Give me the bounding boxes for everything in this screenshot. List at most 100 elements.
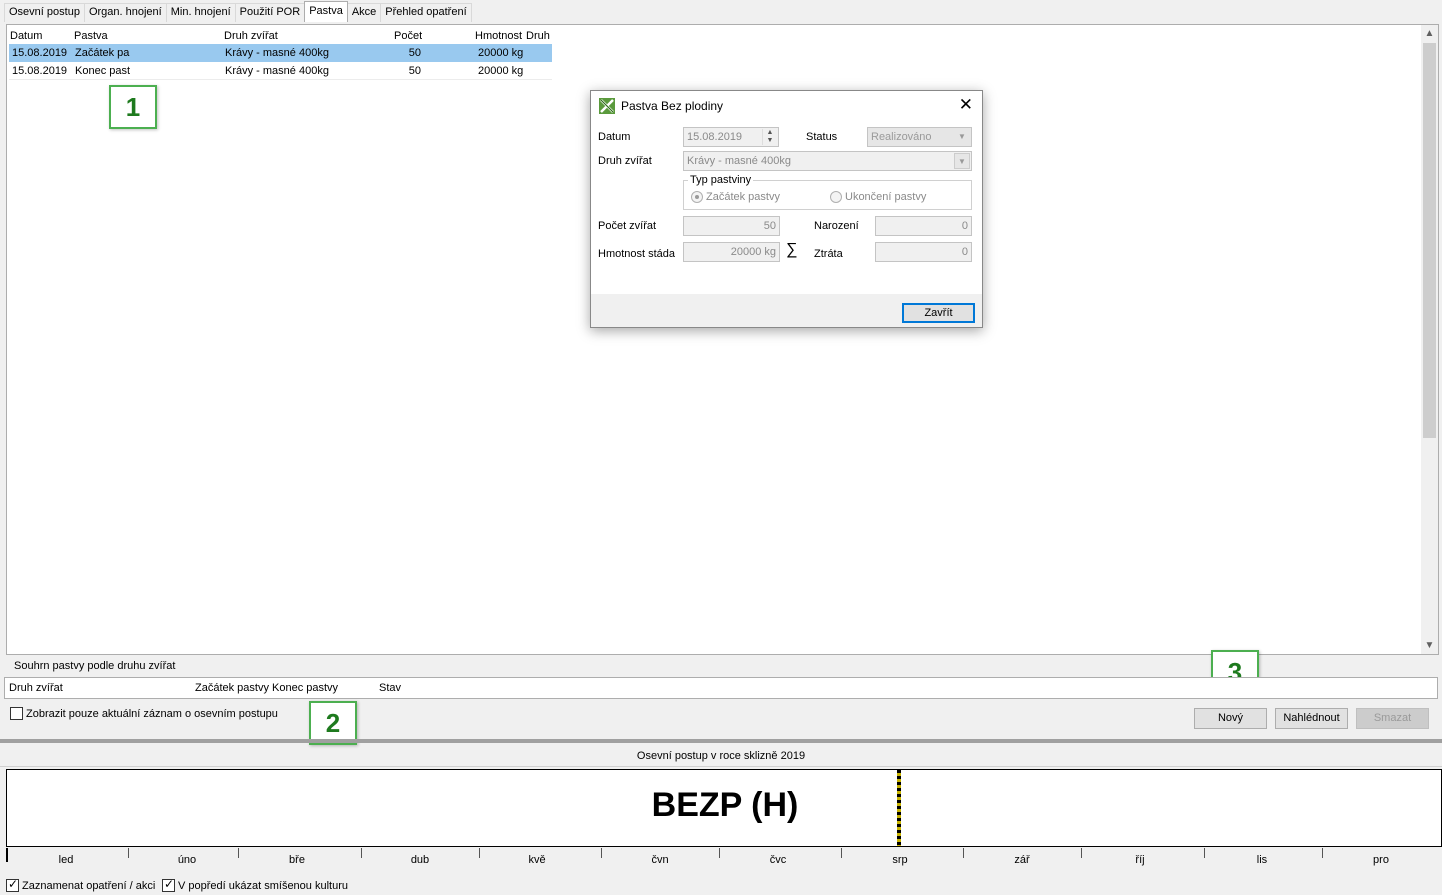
checkbox-box[interactable] [162, 877, 175, 892]
cell-druh-zvirat: Krávy - masné 400kg [225, 47, 329, 59]
month-label: led [58, 854, 74, 866]
month-label: pro [1373, 854, 1389, 866]
summary-col-stav[interactable]: Stav [379, 680, 401, 696]
datum-field[interactable]: 15.08.2019 ▲ ▼ [683, 127, 779, 147]
record-actions-label: Zaznamenat opatření / akci [22, 879, 156, 892]
chevron-down-icon[interactable]: ▼ [954, 129, 970, 145]
typ-pastviny-legend: Typ pastviny [688, 174, 754, 186]
datum-value: 15.08.2019 [687, 131, 743, 143]
table-row[interactable]: 15.08.2019 Konec past Krávy - masné 400k… [9, 62, 552, 80]
col-header-hmotnost[interactable]: Hmotnost [475, 28, 522, 44]
chevron-down-icon[interactable]: ▼ [954, 153, 970, 169]
vertical-scrollbar[interactable]: ▲ ▼ [1421, 25, 1438, 654]
col-header-pastva[interactable]: Pastva [74, 28, 108, 44]
cell-hmotnost: 20000 kg [478, 47, 524, 59]
status-select[interactable]: Realizováno ▼ [867, 127, 972, 147]
month-tick [238, 848, 239, 858]
month-label: lis [1256, 854, 1268, 866]
narozeni-label: Narození [814, 220, 859, 232]
table-row[interactable]: 15.08.2019 Začátek pa Krávy - masné 400k… [9, 44, 552, 62]
radio-ukonceni-pastvy[interactable]: Ukončení pastvy [830, 191, 926, 203]
show-mixed-label: V popředí ukázat smíšenou kulturu [178, 879, 348, 892]
status-label: Status [806, 131, 838, 143]
tab-pastva[interactable]: Pastva [304, 1, 348, 22]
month-label: bře [289, 854, 305, 866]
hmotnost-stada-field[interactable]: 20000 kg [683, 242, 780, 262]
month-axis: led úno bře dub kvě čvn čvc srp zář říj … [6, 848, 1442, 870]
cell-hmotnost: 20000 kg [478, 65, 524, 77]
dialog-title: Pastva Bez plodiny [621, 99, 724, 113]
tab-pouziti-por[interactable]: Použití POR [234, 3, 306, 22]
grid-header: Datum Pastva Druh zvířat Počet Hmotnost … [9, 28, 552, 44]
month-label: zář [1014, 854, 1030, 866]
col-header-datum[interactable]: Datum [10, 28, 42, 44]
summary-label: Souhrn pastvy podle druhu zvířat [14, 660, 176, 672]
col-header-pocet[interactable]: Počet [394, 28, 422, 44]
radio-zacatek-label: Začátek pastvy [706, 191, 780, 203]
pocet-zvirat-label: Počet zvířat [598, 220, 657, 232]
druh-zvirat-value: Krávy - masné 400kg [687, 155, 791, 167]
new-button[interactable]: Nový [1194, 708, 1267, 729]
scroll-thumb[interactable] [1423, 43, 1436, 438]
radio-circle[interactable] [830, 191, 842, 203]
tab-organ-hnojeni[interactable]: Organ. hnojení [83, 3, 167, 22]
cell-pocet: 50 [408, 65, 421, 77]
status-value: Realizováno [871, 131, 932, 143]
tab-akce[interactable]: Akce [346, 3, 382, 22]
pocet-zvirat-field[interactable]: 50 [683, 216, 780, 236]
month-tick [1081, 848, 1082, 858]
cell-druh-zvirat: Krávy - masné 400kg [225, 65, 329, 77]
month-label: kvě [528, 854, 546, 866]
radio-circle[interactable] [691, 191, 703, 203]
month-tick [361, 848, 362, 858]
month-tick [1204, 848, 1205, 858]
month-label: čvc [769, 854, 787, 866]
dialog-titlebar[interactable]: Pastva Bez plodiny ✕ [591, 91, 982, 121]
record-actions-checkbox[interactable]: Zaznamenat opatření / akci [6, 877, 156, 892]
tab-osevni-postup[interactable]: Osevní postup [4, 3, 85, 22]
current-date-marker [897, 770, 901, 846]
only-current-checkbox[interactable]: Zobrazit pouze aktuální záznam o osevním… [10, 707, 278, 720]
close-button[interactable]: Zavřít [902, 303, 975, 323]
close-icon[interactable]: ✕ [959, 96, 973, 114]
ztrata-field[interactable]: 0 [875, 242, 972, 262]
radio-ukonceni-label: Ukončení pastvy [845, 191, 927, 203]
druh-zvirat-select[interactable]: Krávy - masné 400kg ▼ [683, 151, 972, 171]
checkbox-box[interactable] [6, 877, 19, 892]
druh-zvirat-label: Druh zvířat [598, 155, 652, 167]
month-label: srp [892, 854, 908, 866]
axis-start-tick [6, 848, 8, 862]
radio-zacatek-pastvy[interactable]: Začátek pastvy [691, 191, 780, 203]
month-tick [1322, 848, 1323, 858]
month-tick [601, 848, 602, 858]
summary-col-zacatek-pastvy[interactable]: Začátek pastvy [195, 680, 269, 696]
grazing-grid: Datum Pastva Druh zvířat Počet Hmotnost … [9, 28, 552, 80]
show-mixed-checkbox[interactable]: V popředí ukázat smíšenou kulturu [162, 877, 348, 892]
datum-label: Datum [598, 131, 631, 143]
summary-col-druh-zvirat[interactable]: Druh zvířat [9, 680, 63, 696]
summary-col-konec-pastvy[interactable]: Konec pastvy [272, 680, 338, 696]
checkbox-box[interactable] [10, 707, 23, 720]
crop-timeline[interactable]: BEZP (H) [6, 769, 1442, 847]
col-header-druh-zvirat[interactable]: Druh zvířat [224, 28, 278, 44]
delete-button[interactable]: Smazat [1356, 708, 1429, 729]
app-icon [599, 98, 615, 114]
date-spinner[interactable]: ▲ ▼ [762, 129, 777, 145]
narozeni-field[interactable]: 0 [875, 216, 972, 236]
month-label: říj [1135, 854, 1145, 866]
col-header-druh[interactable]: Druh [526, 28, 550, 44]
scroll-up-icon[interactable]: ▲ [1421, 25, 1438, 42]
tab-min-hnojeni[interactable]: Min. hnojení [165, 3, 236, 22]
scroll-down-icon[interactable]: ▼ [1421, 637, 1438, 654]
sum-icon[interactable]: ∑ [786, 241, 797, 259]
month-tick [128, 848, 129, 858]
tab-prehled-opatreni[interactable]: Přehled opatření [380, 3, 472, 22]
splitter[interactable] [0, 739, 1442, 743]
crop-label: BEZP (H) [651, 786, 799, 824]
timeline-title: Osevní postup v roce sklizně 2019 [0, 745, 1442, 767]
ztrata-label: Ztráta [814, 248, 843, 260]
month-label: dub [410, 854, 430, 866]
preview-button[interactable]: Nahlédnout [1275, 708, 1348, 729]
cell-datum: 15.08.2019 [12, 47, 68, 59]
month-label: čvn [651, 854, 669, 866]
